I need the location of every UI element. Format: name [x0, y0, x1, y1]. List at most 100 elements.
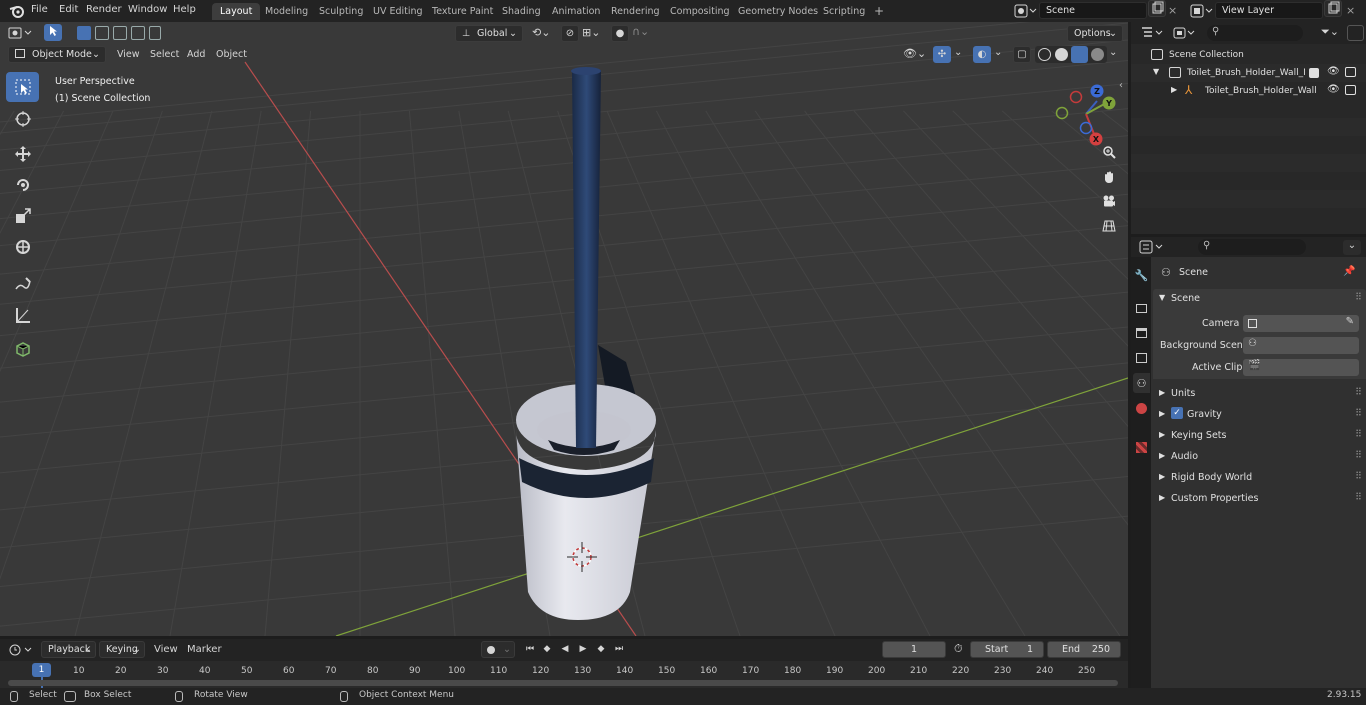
options-dropdown[interactable]: Options ⌄ — [1067, 25, 1123, 42]
select-intersect-icon[interactable] — [149, 26, 161, 40]
menu-view[interactable]: View — [117, 49, 140, 65]
menu-select[interactable]: Select — [150, 49, 179, 65]
menu-object[interactable]: Object — [216, 49, 247, 65]
timeline-menu-marker[interactable]: Marker — [187, 644, 222, 655]
tab-texture-paint[interactable]: Texture Paint — [424, 3, 501, 20]
tab-rendering[interactable]: Rendering — [603, 3, 668, 20]
outliner-row-scene-collection[interactable]: Scene Collection — [1131, 46, 1366, 64]
outliner-row-object[interactable]: ▶ ⅄ Toilet_Brush_Holder_Wall 👁 — [1131, 82, 1366, 100]
play-icon[interactable]: ▶ — [575, 642, 591, 657]
editor-type-icon[interactable] — [8, 25, 34, 44]
audio-section-header[interactable]: ▶ Audio ⠿ — [1153, 447, 1366, 467]
xray-toggle-icon[interactable]: ▢ — [1013, 46, 1031, 63]
next-keyframe-icon[interactable]: ◆ — [593, 642, 609, 657]
tab-scripting[interactable]: Scripting — [815, 3, 873, 20]
sidebar-toggle-chevron-icon[interactable]: ‹ — [1119, 80, 1123, 91]
tab-animation[interactable]: Animation — [544, 3, 608, 20]
current-frame-field[interactable]: 1 — [882, 641, 946, 658]
tab-geometry-nodes[interactable]: Geometry Nodes — [730, 3, 826, 20]
drag-handle-icon[interactable]: ⠿ — [1355, 429, 1362, 440]
select-extend-icon[interactable] — [95, 26, 109, 40]
falloff-icon[interactable]: ∩⌄ — [632, 25, 649, 38]
view-layer-field[interactable]: View Layer — [1215, 2, 1323, 19]
menu-add[interactable]: Add — [187, 49, 205, 65]
play-reverse-icon[interactable]: ◀ — [557, 642, 573, 657]
scene-name-field[interactable]: Scene — [1039, 2, 1147, 19]
scene-selector-icon[interactable] — [1014, 3, 1038, 22]
proportional-edit-icon[interactable]: ● — [611, 25, 629, 42]
menu-render[interactable]: Render — [86, 4, 122, 15]
shading-mode-group[interactable] — [1035, 46, 1107, 63]
drag-handle-icon[interactable]: ⠿ — [1355, 387, 1362, 398]
snap-target-icon[interactable]: ⊞⌄ — [582, 26, 600, 39]
zoom-icon[interactable] — [1097, 140, 1121, 164]
playback-menu[interactable]: Playback ⌄ — [41, 641, 96, 658]
object-mode-dropdown[interactable]: Object Mode ⌄ — [8, 46, 106, 63]
tab-shading[interactable]: Shading — [494, 3, 549, 20]
menu-window[interactable]: Window — [128, 4, 167, 15]
add-cube-icon[interactable] — [6, 334, 39, 364]
remove-view-layer-icon[interactable]: × — [1346, 4, 1355, 17]
transform-icon[interactable] — [6, 232, 39, 262]
eye-icon[interactable]: 👁 — [1327, 84, 1340, 95]
timeline-scrollbar[interactable] — [8, 680, 1118, 686]
overlays-toggle-icon[interactable]: ◐ — [973, 46, 991, 63]
outliner-search-input[interactable]: ⚲ — [1207, 25, 1303, 41]
transform-orientation-dropdown[interactable]: ⊥ Global ⌄ — [455, 25, 523, 42]
scale-icon[interactable] — [6, 201, 39, 231]
visibility-filter-icon[interactable]: 👁⌄ — [903, 47, 926, 60]
select-invert-icon[interactable] — [131, 26, 145, 40]
menu-edit[interactable]: Edit — [59, 4, 78, 15]
move-icon[interactable] — [6, 139, 39, 169]
display-mode-icon[interactable] — [1173, 25, 1197, 44]
properties-options-icon[interactable]: ⌄ — [1343, 240, 1361, 255]
outliner-row-collection[interactable]: ▼ Toilet_Brush_Holder_Wall_Mo 👁 — [1131, 64, 1366, 82]
drag-handle-icon[interactable]: ⠿ — [1355, 471, 1362, 482]
camera-render-icon[interactable] — [1345, 85, 1356, 95]
auto-keying-toggle[interactable]: ⌄ — [481, 641, 515, 658]
shading-chevron-down-icon[interactable]: ⌄ — [1109, 47, 1117, 58]
background-scene-field[interactable]: ⚇ — [1243, 337, 1359, 354]
blender-logo-icon[interactable] — [9, 3, 25, 22]
prev-keyframe-icon[interactable]: ◆ — [539, 642, 555, 657]
texture-tab-icon[interactable] — [1133, 437, 1150, 457]
select-box-icon[interactable] — [6, 72, 39, 102]
tab-sculpting[interactable]: Sculpting — [311, 3, 371, 20]
current-frame-marker[interactable]: 1 — [32, 663, 51, 677]
grid-ortho-icon[interactable] — [1097, 214, 1121, 238]
outliner-editor-type-icon[interactable] — [1141, 25, 1165, 44]
collection-checkbox-icon[interactable] — [1309, 68, 1319, 78]
menu-help[interactable]: Help — [173, 4, 196, 15]
stopwatch-icon[interactable]: ⏱ — [954, 642, 963, 656]
new-scene-button[interactable] — [1148, 0, 1166, 17]
camera-render-icon[interactable] — [1345, 67, 1356, 77]
camera-field[interactable]: ✎ — [1243, 315, 1359, 332]
eye-icon[interactable]: 👁 — [1327, 66, 1340, 77]
render-tab-icon[interactable] — [1133, 298, 1150, 318]
gizmo-toggle-icon[interactable]: ✣ — [933, 46, 951, 63]
drag-handle-icon[interactable]: ⠿ — [1355, 408, 1362, 419]
custom-properties-section-header[interactable]: ▶ Custom Properties ⠿ — [1153, 489, 1366, 509]
world-tab-icon[interactable] — [1133, 398, 1150, 418]
active-clip-field[interactable]: 🎬 — [1243, 359, 1359, 376]
overlays-chevron-down-icon[interactable]: ⌄ — [994, 47, 1002, 58]
timeline-menu-view[interactable]: View — [154, 644, 178, 655]
drag-handle-icon[interactable]: ⠿ — [1355, 450, 1362, 461]
viewport-3d[interactable]: Z Y X ⊥ Global ⌄ ⟲⌄ ⊘ ⊞⌄ ● ∩⌄ Options ⌄ — [0, 22, 1128, 636]
view-layer-tab-icon[interactable] — [1133, 348, 1150, 368]
annotate-icon[interactable] — [6, 269, 39, 299]
gravity-checkbox[interactable]: ✓ — [1171, 407, 1183, 419]
hand-pan-icon[interactable] — [1097, 165, 1121, 189]
scene-tab-icon[interactable]: ⚇ — [1133, 373, 1150, 393]
selection-mode-buttons[interactable] — [77, 25, 161, 41]
jump-end-icon[interactable]: ⏭ — [611, 642, 627, 657]
keying-menu[interactable]: Keying ⌄ — [99, 641, 145, 658]
scene-section-header[interactable]: ▼ Scene ⠿ — [1153, 289, 1366, 309]
tab-compositing[interactable]: Compositing — [662, 3, 738, 20]
expand-chevron-icon[interactable]: ▶ — [1171, 85, 1177, 94]
tab-uv-editing[interactable]: UV Editing — [365, 3, 431, 20]
gizmo-chevron-down-icon[interactable]: ⌄ — [954, 47, 962, 58]
select-subtract-icon[interactable] — [113, 26, 127, 40]
new-view-layer-button[interactable] — [1324, 0, 1342, 17]
output-tab-icon[interactable] — [1133, 323, 1150, 343]
